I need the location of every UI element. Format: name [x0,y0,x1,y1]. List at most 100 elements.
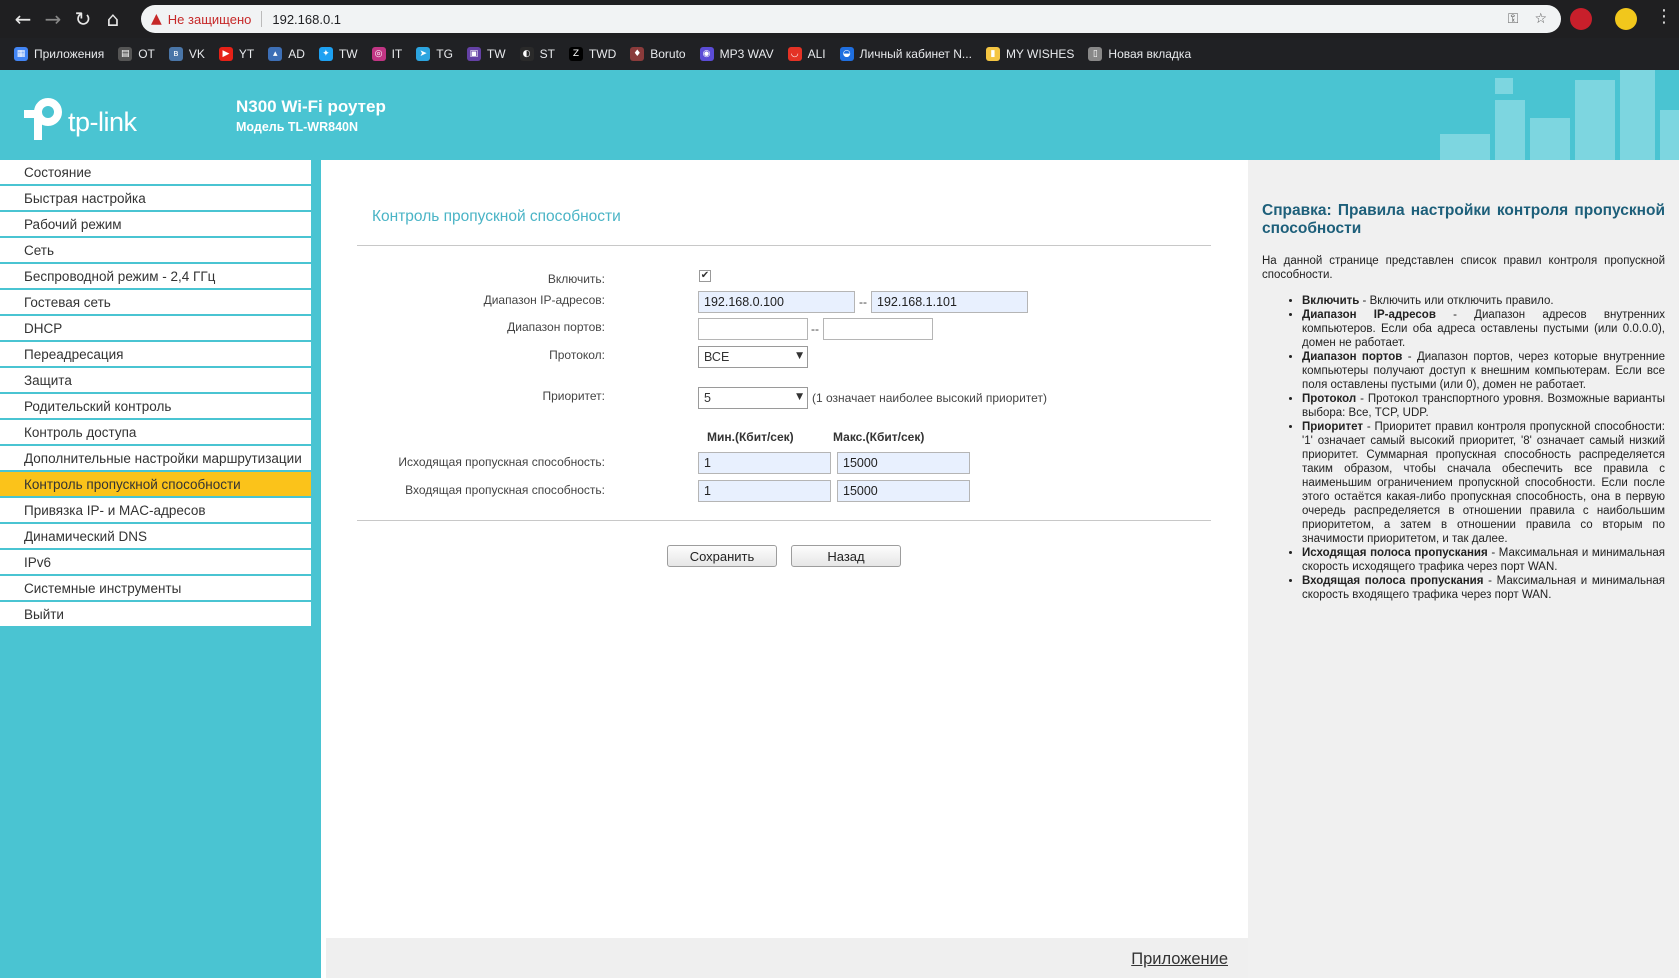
bookmark-label: IT [391,47,403,61]
bookmark-item[interactable]: ▶ YT [218,47,254,61]
help-list-item: Включить - Включить или отключить правил… [1302,294,1665,308]
sidebar-item[interactable]: Гостевая сеть [0,290,311,314]
sidebar-item[interactable]: Переадресация [0,342,311,366]
bookmark-item[interactable]: ◐ ST [519,47,555,61]
bookmark-label: MY WISHES [1005,47,1075,61]
sidebar-menu: Состояние Быстрая настройка Рабочий режим С… [0,160,311,628]
bookmark-item[interactable]: ♦ Boruto [630,47,686,61]
help-list: Включить - Включить или отключить правил… [1262,294,1665,602]
egress-label: Исходящая пропускная способность: [398,455,605,469]
back-button[interactable]: Назад [791,545,901,567]
header-decoration [1660,110,1679,160]
bookmark-favicon-icon: ▣ [466,47,481,61]
protocol-select[interactable]: ВСЕ ▼ [698,346,808,368]
help-list-item: Диапазон IP-адресов - Диапазон адресов в… [1302,308,1665,350]
sidebar-item[interactable]: Контроль пропускной способности [0,472,311,496]
divider [357,245,1211,246]
ip-end-input[interactable]: 192.168.1.101 [871,291,1028,313]
bookmark-label: Приложения [34,47,105,61]
sidebar-item[interactable]: Привязка IP- и MAC-адресов [0,498,311,522]
bookmark-item[interactable]: ✦ TW [318,47,358,61]
bookmark-item[interactable]: ▦ Приложения [14,47,104,61]
bookmark-item[interactable]: ◡ ALI [787,47,826,61]
sidebar-item[interactable]: Быстрая настройка [0,186,311,210]
port-end-input[interactable] [823,318,933,340]
help-term: Диапазон портов [1302,351,1403,363]
sidebar-item[interactable]: Выйти [0,602,311,626]
bookmark-item[interactable]: ▤ OT [118,47,155,61]
bookmark-favicon-icon: ▦ [14,47,28,61]
header-decoration [1440,134,1490,160]
tp-link-logo: tp-link [24,96,137,142]
ingress-max-input[interactable]: 15000 [837,480,970,502]
sidebar-item[interactable]: IPv6 [0,550,311,574]
port-start-input[interactable] [698,318,808,340]
page-title: Контроль пропускной способности [372,208,621,225]
bookmark-item[interactable]: ◎ IT [371,47,403,61]
bookmark-label: OT [138,47,155,61]
enable-checkbox[interactable]: ✔ [699,270,711,282]
key-icon[interactable]: ⚿ [1508,11,1519,27]
bookmark-item[interactable]: ◉ MP3 WAV [699,47,774,61]
back-arrow-icon[interactable]: ← [8,4,38,34]
header-decoration [1495,100,1525,160]
bookmark-item[interactable]: в VK [168,47,205,61]
sidebar-item[interactable]: Рабочий режим [0,212,311,236]
bookmark-favicon-icon: ▮ [985,47,1000,61]
sidebar-item[interactable]: Беспроводной режим - 2,4 ГГц [0,264,311,288]
footer-bar: Приложение [326,938,1248,978]
egress-max-input[interactable]: 15000 [837,452,970,474]
bookmark-item[interactable]: ◒ Личный кабинет N... [839,47,972,61]
security-status[interactable]: Не защищено [168,12,252,27]
sidebar-item[interactable]: Контроль доступа [0,420,311,444]
help-list-item: Входящая полоса пропускания - Максимальн… [1302,574,1665,602]
ingress-min-input[interactable]: 1 [698,480,831,502]
header-decoration [1575,80,1615,160]
sidebar-item[interactable]: Динамический DNS [0,524,311,548]
bookmark-item[interactable]: Z TWD [568,47,617,61]
chevron-down-icon: ▼ [796,392,803,402]
bookmark-favicon-icon: ◎ [371,47,386,61]
bookmark-item[interactable]: ➤ TG [416,47,453,61]
extension-icon[interactable] [1570,8,1592,30]
help-term: Входящая полоса пропускания [1302,575,1484,587]
profile-avatar[interactable] [1615,8,1637,30]
main-panel: Контроль пропускной способности Включить… [321,160,1248,978]
sidebar-item[interactable]: Защита [0,368,311,392]
url-text[interactable]: 192.168.0.1 [272,12,341,27]
bookmark-item[interactable]: ▣ TW [466,47,506,61]
bookmark-item[interactable]: ▮ MY WISHES [985,47,1075,61]
range-separator: -- [811,322,819,336]
address-bar[interactable]: ▲ Не защищено 192.168.0.1 ⚿ ☆ [141,5,1561,33]
bookmark-favicon-icon: ▯ [1088,47,1103,61]
sidebar-item[interactable]: Системные инструменты [0,576,311,600]
protocol-label: Протокол: [549,348,605,362]
bookmark-item[interactable]: ▴ AD [268,47,305,61]
sidebar-item[interactable]: DHCP [0,316,311,340]
bookmark-label: ALI [807,47,826,61]
bookmark-label: TWD [588,47,617,61]
save-button[interactable]: Сохранить [667,545,777,567]
max-column-header: Макс.(Кбит/сек) [833,430,925,444]
egress-min-input[interactable]: 1 [698,452,831,474]
menu-icon[interactable]: ⋮ [1655,6,1673,27]
sidebar-item[interactable]: Родительский контроль [0,394,311,418]
model-title: N300 Wi-Fi роутер [236,97,386,116]
ip-start-input[interactable]: 192.168.0.100 [698,291,855,313]
home-icon[interactable]: ⌂ [98,4,128,34]
star-icon[interactable]: ☆ [1534,11,1547,27]
bookmark-item[interactable]: ▯ Новая вкладка [1088,47,1191,61]
app-link[interactable]: Приложение [1131,950,1228,969]
help-term: Включить [1302,295,1360,307]
help-list-item: Диапазон портов - Диапазон портов, через… [1302,350,1665,392]
header-decoration [1620,70,1655,160]
priority-select[interactable]: 5 ▼ [698,387,808,409]
range-separator: -- [859,295,867,309]
help-panel: Справка: Правила настройки контроля проп… [1248,160,1679,978]
sidebar-item[interactable]: Состояние [0,160,311,184]
bookmarks-bar: ▦ Приложения ▤ OT в VK ▶ YT ▴ AD ✦ TW ◎ IT ➤ TG ▣ TW ◐ ST Z T… [0,38,1679,70]
sidebar-item[interactable]: Дополнительные настройки маршрутизации [0,446,311,470]
forward-arrow-icon[interactable]: → [38,4,68,34]
reload-icon[interactable]: ↻ [68,4,98,34]
sidebar-item[interactable]: Сеть [0,238,311,262]
